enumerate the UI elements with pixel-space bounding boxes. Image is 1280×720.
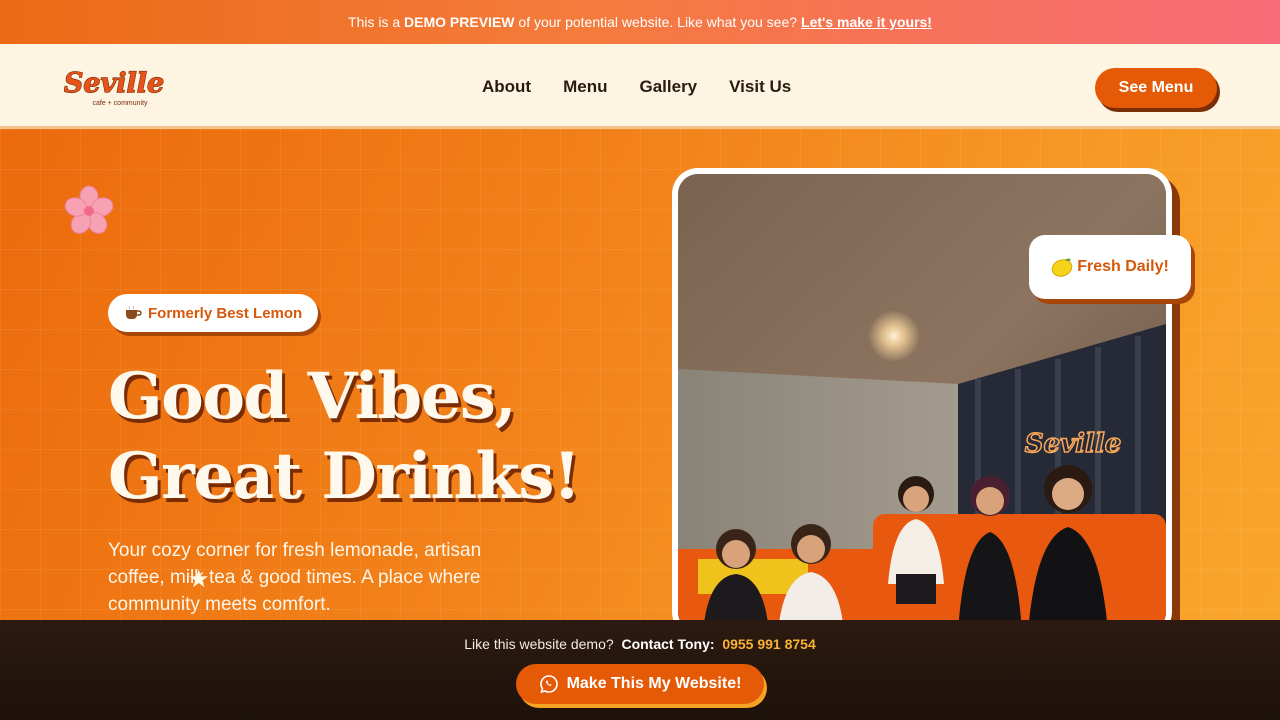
demo-banner-prefix: This is a	[348, 14, 401, 30]
make-this-my-website-label: Make This My Website!	[566, 675, 742, 692]
cherry-blossom-icon	[64, 185, 114, 234]
demo-banner-middle: of your potential website. Like what you…	[518, 14, 798, 30]
nav-links: About Menu Gallery Visit Us	[482, 44, 791, 129]
hero-section: Formerly Best Lemon Good Vibes, Great Dr…	[0, 129, 1280, 620]
formerly-badge: Formerly Best Lemon	[108, 294, 319, 332]
fresh-daily-badge: Fresh Daily!	[1029, 235, 1191, 299]
fresh-daily-text: Fresh Daily!	[1077, 258, 1169, 275]
hero-subtext: Your cozy corner for fresh lemonade, art…	[108, 540, 482, 615]
make-this-my-website-button[interactable]: Make This My Website!	[516, 664, 764, 704]
see-menu-button[interactable]: See Menu	[1095, 68, 1217, 108]
star-icon: ★	[188, 566, 210, 593]
nav-link-gallery[interactable]: Gallery	[639, 77, 697, 97]
whatsapp-icon	[539, 675, 558, 694]
contact-label: Contact Tony:	[621, 636, 715, 652]
make-it-yours-link[interactable]: Let's make it yours!	[801, 14, 932, 30]
logo-tagline: cafe + community	[92, 100, 148, 107]
nav-link-menu[interactable]: Menu	[563, 77, 607, 97]
nav-link-about[interactable]: About	[482, 77, 531, 97]
contact-prefix: Like this website demo?	[464, 636, 614, 652]
nav-link-visit-us[interactable]: Visit Us	[729, 77, 791, 97]
contact-phone[interactable]: 0955 991 8754	[722, 636, 815, 652]
contact-bar: Like this website demo? Contact Tony: 09…	[0, 620, 1280, 720]
logo-graphic: Seville cafe + community	[63, 67, 165, 107]
logo-text: Seville	[64, 68, 164, 99]
headline-line-1: Good Vibes,	[108, 359, 517, 434]
photo-neon-sign: Seville	[1025, 429, 1122, 459]
navbar: Seville cafe + community About Menu Gall…	[0, 44, 1280, 129]
headline-line-2: Great Drinks!	[108, 439, 581, 514]
hero-headline: Good Vibes, Great Drinks!	[108, 357, 628, 517]
formerly-badge-text: Formerly Best Lemon	[148, 304, 303, 322]
seville-logo[interactable]: Seville cafe + community	[63, 62, 165, 110]
lemon-icon	[1051, 258, 1073, 277]
contact-line: Like this website demo? Contact Tony: 09…	[0, 636, 1280, 652]
coffee-cup-icon	[126, 305, 142, 319]
demo-banner: This is a DEMO PREVIEW of your potential…	[0, 0, 1280, 44]
demo-banner-highlight: DEMO PREVIEW	[404, 14, 515, 30]
